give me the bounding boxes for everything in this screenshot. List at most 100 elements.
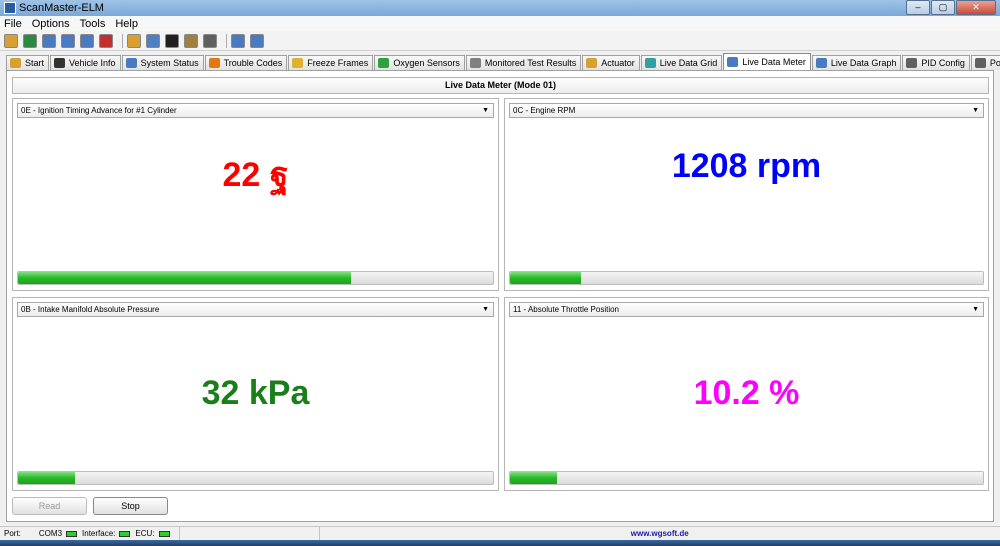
pid-select-value: 0E - Ignition Timing Advance for #1 Cyli…: [21, 106, 177, 115]
chat-icon[interactable]: [146, 33, 160, 48]
globe-icon[interactable]: [23, 33, 37, 48]
chevron-down-icon: ▼: [482, 306, 489, 313]
tab-label: Trouble Codes: [223, 58, 283, 68]
config-icon: [906, 58, 918, 68]
stop-button[interactable]: Stop: [93, 497, 168, 515]
tab-freeze-frames[interactable]: Freeze Frames: [288, 55, 374, 70]
close-button[interactable]: ✕: [956, 0, 996, 15]
ecu-label: ECU:: [135, 529, 155, 538]
gear-icon: [469, 58, 481, 68]
tab-power[interactable]: Power: [970, 55, 1000, 70]
info-icon[interactable]: [231, 33, 245, 48]
interface-label: Interface:: [82, 529, 116, 538]
tab-monitored-test-results[interactable]: Monitored Test Results: [465, 55, 582, 70]
pid-select[interactable]: 0B - Intake Manifold Absolute Pressure ▼: [17, 302, 494, 317]
maximize-button[interactable]: ▢: [931, 0, 955, 15]
stoplight-icon[interactable]: [99, 33, 113, 48]
tab-label: PID Config: [921, 58, 965, 68]
menu-help[interactable]: Help: [115, 18, 138, 30]
warning-icon: [208, 58, 220, 68]
status-bar: Port: COM3 Interface: ECU: www.wgsoft.de: [0, 526, 1000, 540]
device-icon[interactable]: [203, 33, 217, 48]
tab-label: Monitored Test Results: [484, 58, 577, 68]
meter-panel-throttle-position: 11 - Absolute Throttle Position ▼ 10.2 %: [504, 297, 989, 491]
tab-label: Live Data Grid: [659, 58, 718, 68]
actuator-icon: [586, 58, 598, 68]
graph-icon: [815, 58, 827, 68]
pid-select[interactable]: 0E - Ignition Timing Advance for #1 Cyli…: [17, 103, 494, 118]
page-title: Live Data Meter (Mode 01): [12, 77, 989, 94]
tab-label: Start: [25, 58, 45, 68]
port-value: COM3: [38, 529, 63, 538]
meter-level-fill: [18, 272, 351, 284]
meter-panel-intake-pressure: 0B - Intake Manifold Absolute Pressure ▼ …: [12, 297, 499, 491]
status-spacer: [180, 527, 320, 540]
taskbar: [0, 540, 1000, 546]
port-label: Port:: [4, 529, 21, 538]
window-controls: – ▢ ✕: [905, 0, 996, 15]
toolbar-separator: [122, 33, 123, 48]
tab-label: Freeze Frames: [307, 58, 369, 68]
port-led-icon: [66, 530, 78, 537]
tab-live-data-meter[interactable]: Live Data Meter: [723, 53, 811, 70]
tab-live-data-grid[interactable]: Live Data Grid: [640, 55, 723, 70]
meter-value: 1208 rpm: [671, 147, 822, 185]
port-status: Port: COM3 Interface: ECU:: [0, 527, 180, 540]
pid-select-value: 0C - Engine RPM: [513, 106, 576, 115]
tab-vehicle-info[interactable]: Vehicle Info: [50, 55, 121, 70]
tab-trouble-codes[interactable]: Trouble Codes: [204, 55, 288, 70]
meter-value: 22 ฐ: [222, 156, 289, 194]
tab-label: Live Data Meter: [742, 57, 806, 67]
pid-select-value: 11 - Absolute Throttle Position: [513, 305, 619, 314]
read-button[interactable]: Read: [12, 497, 87, 515]
info-icon: [54, 58, 66, 68]
tab-start[interactable]: Start: [6, 55, 50, 70]
pid-select[interactable]: 0C - Engine RPM ▼: [509, 103, 984, 118]
meter-panel-ignition-timing: 0E - Ignition Timing Advance for #1 Cyli…: [12, 98, 499, 291]
tab-label: Live Data Graph: [830, 58, 897, 68]
menu-bar: File Options Tools Help: [0, 16, 1000, 31]
meter-level-bar: [509, 271, 984, 285]
ecu-led-icon: [158, 530, 170, 537]
toolbar-separator: [226, 33, 227, 48]
monitor-icon[interactable]: [42, 33, 56, 48]
pid-select-value: 0B - Intake Manifold Absolute Pressure: [21, 305, 160, 314]
tab-label: Oxygen Sensors: [393, 58, 460, 68]
meter-level-fill: [18, 472, 75, 484]
wrench-icon[interactable]: [4, 33, 18, 48]
menu-tools[interactable]: Tools: [80, 18, 106, 30]
tab-label: System Status: [140, 58, 199, 68]
app-icon: [4, 2, 16, 14]
meter-level-bar: [17, 471, 494, 485]
grid-icon: [644, 58, 656, 68]
terminal-icon[interactable]: [165, 33, 179, 48]
chevron-down-icon: ▼: [482, 107, 489, 114]
tab-label: Vehicle Info: [69, 58, 116, 68]
power-icon: [974, 58, 986, 68]
window-title: ScanMaster-ELM: [19, 2, 104, 14]
book-icon[interactable]: [250, 33, 264, 48]
minimize-button[interactable]: –: [906, 0, 930, 15]
meter-value: 10.2 %: [693, 374, 800, 412]
clipboard-icon[interactable]: [127, 33, 141, 48]
pid-select[interactable]: 11 - Absolute Throttle Position ▼: [509, 302, 984, 317]
tab-pid-config[interactable]: PID Config: [902, 55, 970, 70]
tab-actuator[interactable]: Actuator: [582, 55, 640, 70]
meter-panel-engine-rpm: 0C - Engine RPM ▼ 1208 rpm: [504, 98, 989, 291]
meter-value: 32 kPa: [201, 374, 310, 412]
tab-live-data-graph[interactable]: Live Data Graph: [811, 55, 902, 70]
status-icon: [125, 58, 137, 68]
tab-oxygen-sensors[interactable]: Oxygen Sensors: [374, 55, 465, 70]
menu-options[interactable]: Options: [32, 18, 70, 30]
title-bar: ScanMaster-ELM – ▢ ✕: [0, 0, 1000, 16]
grid-icon[interactable]: [61, 33, 75, 48]
meter-level-fill: [510, 472, 558, 484]
tab-system-status[interactable]: System Status: [121, 55, 204, 70]
menu-file[interactable]: File: [4, 18, 22, 30]
website-link[interactable]: www.wgsoft.de: [320, 529, 1000, 538]
chart-icon[interactable]: [80, 33, 94, 48]
interface-led-icon: [119, 530, 131, 537]
battery-icon[interactable]: [184, 33, 198, 48]
live-data-meter-panel: Live Data Meter (Mode 01) 0E - Ignition …: [6, 70, 994, 522]
chevron-down-icon: ▼: [972, 306, 979, 313]
